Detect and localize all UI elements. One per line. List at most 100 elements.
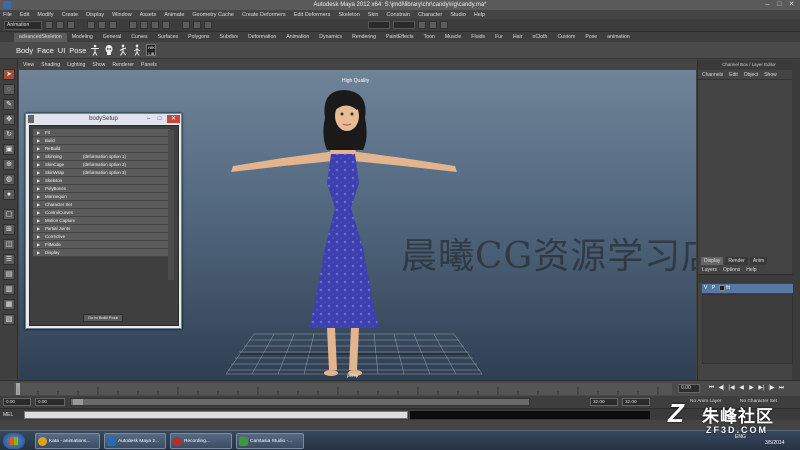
shelf-tab-animation-2[interactable]: animation xyxy=(602,33,635,42)
snap-grid-icon[interactable] xyxy=(129,21,137,29)
single-pane-layout-icon[interactable]: ▢ xyxy=(3,209,15,220)
shelf-tab-fur[interactable]: Fur xyxy=(490,33,508,42)
menu-skeleton[interactable]: Skeleton xyxy=(338,12,359,18)
start-time-field[interactable]: 0.00 xyxy=(3,398,31,406)
frame-partial-joints[interactable]: ▶ Partial Joints xyxy=(33,225,170,233)
shelf-tab-rendering[interactable]: Rendering xyxy=(347,33,381,42)
time-slider[interactable]: 0.00 ⏮ ◀| |◀ ◀ ▶ ▶| |▶ ⏭ xyxy=(0,380,800,396)
rotate-tool-icon[interactable]: ↻ xyxy=(3,129,15,140)
prev-key-icon[interactable]: |◀ xyxy=(727,384,736,393)
scale-tool-icon[interactable]: ▣ xyxy=(3,144,15,155)
shelf-body-button[interactable]: Body xyxy=(16,46,33,55)
frame-skinwrap[interactable]: ▶ SkinWrap (deformation option 3) xyxy=(33,169,170,177)
play-forward-icon[interactable]: ▶ xyxy=(747,384,756,393)
save-scene-icon[interactable] xyxy=(67,21,75,29)
frame-build[interactable]: ▶ Build xyxy=(33,137,170,145)
hypershade-layout-icon[interactable]: ▦ xyxy=(3,299,15,310)
frame-skinning[interactable]: ▶ Skinning (deformation option 1) xyxy=(33,153,170,161)
channel-menu-show[interactable]: Show xyxy=(764,72,777,78)
render-icon[interactable] xyxy=(182,21,190,29)
maximize-button[interactable]: □ xyxy=(775,1,784,9)
toggle-tool-settings-icon[interactable] xyxy=(429,21,437,29)
layer-playback-toggle[interactable]: P xyxy=(712,284,715,293)
shelf-tab-fluids[interactable]: Fluids xyxy=(466,33,490,42)
dialog-close-button[interactable]: ✕ xyxy=(167,115,180,123)
toggle-channel-box-icon[interactable] xyxy=(440,21,448,29)
layer-menu-options[interactable]: Options xyxy=(723,267,740,273)
menu-constrain[interactable]: Constrain xyxy=(386,12,410,18)
open-scene-icon[interactable] xyxy=(56,21,64,29)
shelf-tab-deformation[interactable]: Deformation xyxy=(243,33,281,42)
shelf-tab-modeling[interactable]: Modeling xyxy=(67,33,98,42)
walking-figure-icon[interactable] xyxy=(118,44,128,56)
outliner-layout-icon[interactable]: ▤ xyxy=(3,269,15,280)
frame-fit[interactable]: ▶ Fit xyxy=(33,129,170,137)
skull-icon[interactable] xyxy=(104,44,114,56)
shelf-tab-animation[interactable]: Animation xyxy=(281,33,314,42)
input-field-2[interactable] xyxy=(393,21,415,29)
shelf-tab-subdivs[interactable]: Subdivs xyxy=(214,33,242,42)
command-language-label[interactable]: MEL xyxy=(3,411,13,419)
toggle-attribute-editor-icon[interactable] xyxy=(418,21,426,29)
go-to-build-pose-button[interactable]: Go to Build Pose xyxy=(83,314,123,322)
graph-editor-layout-icon[interactable]: ▥ xyxy=(3,284,15,295)
shelf-tab-general[interactable]: General xyxy=(98,33,126,42)
panel-menu-renderer[interactable]: Renderer xyxy=(112,62,134,68)
shelf-pose-button[interactable]: Pose xyxy=(69,46,86,55)
menu-file[interactable]: File xyxy=(3,12,12,18)
snap-curve-icon[interactable] xyxy=(140,21,148,29)
time-slider-track[interactable] xyxy=(14,383,672,395)
shelf-tab-polygons[interactable]: Polygons xyxy=(183,33,214,42)
input-field-1[interactable] xyxy=(368,21,390,29)
layer-tab-anim[interactable]: Anim xyxy=(749,256,768,265)
menu-edit-deformers[interactable]: Edit Deformers xyxy=(294,12,331,18)
custom-layout-icon[interactable]: ▧ xyxy=(3,314,15,325)
panel-menu-panels[interactable]: Panels xyxy=(141,62,157,68)
new-scene-icon[interactable] xyxy=(45,21,53,29)
menu-help[interactable]: Help xyxy=(474,12,485,18)
snap-plane-icon[interactable] xyxy=(162,21,170,29)
shelf-tab-ncloth[interactable]: nCloth xyxy=(527,33,552,42)
menu-modify[interactable]: Modify xyxy=(37,12,53,18)
close-button[interactable]: ✕ xyxy=(787,1,796,9)
dialog-maximize-button[interactable]: □ xyxy=(155,115,164,123)
channel-menu-edit[interactable]: Edit xyxy=(729,72,738,78)
taskbar-item-maya[interactable]: Autodesk Maya 2... xyxy=(104,433,166,449)
channel-menu-object[interactable]: Object xyxy=(744,72,758,78)
menu-animate[interactable]: Animate xyxy=(164,12,184,18)
shelf-tab-dynamics[interactable]: Dynamics xyxy=(314,33,347,42)
frame-motion-capture[interactable]: ▶ Motion Capture xyxy=(33,217,170,225)
playback-end-field[interactable]: 32.00 xyxy=(590,398,618,406)
snap-point-icon[interactable] xyxy=(151,21,159,29)
dialog-scrollbar[interactable] xyxy=(168,130,174,280)
paint-select-tool-icon[interactable]: ✎ xyxy=(3,99,15,110)
layer-row-fit[interactable]: V P fit xyxy=(702,284,793,293)
menu-set-selector[interactable]: Animation xyxy=(4,20,42,30)
range-slider-handle[interactable] xyxy=(73,399,83,405)
frame-character-set[interactable]: ▶ Character Set xyxy=(33,201,170,209)
figure-icon[interactable] xyxy=(132,44,142,56)
layer-menu-help[interactable]: Help xyxy=(746,267,756,273)
play-backward-icon[interactable]: ◀ xyxy=(737,384,746,393)
layer-tab-render[interactable]: Render xyxy=(725,256,748,265)
panel-menu-lighting[interactable]: Lighting xyxy=(67,62,85,68)
shelf-tab-custom[interactable]: Custom xyxy=(552,33,580,42)
menu-display[interactable]: Display xyxy=(86,12,104,18)
menu-skin[interactable]: Skin xyxy=(368,12,379,18)
four-pane-layout-icon[interactable]: ⊞ xyxy=(3,224,15,235)
step-back-icon[interactable]: ◀| xyxy=(717,384,726,393)
frame-corrective[interactable]: ▶ Corrective xyxy=(33,233,170,241)
ipr-render-icon[interactable] xyxy=(193,21,201,29)
frame-polybones[interactable]: ▶ PolyBones xyxy=(33,185,170,193)
menu-create-deformers[interactable]: Create Deformers xyxy=(242,12,286,18)
stacked-layout-icon[interactable]: ☰ xyxy=(3,254,15,265)
menu-studio[interactable]: Studio xyxy=(450,12,466,18)
command-input[interactable] xyxy=(24,411,408,419)
render-settings-icon[interactable] xyxy=(204,21,212,29)
taskbar-item-camtasia[interactable]: Camtasia Studio -... xyxy=(236,433,304,449)
frame-control-curves[interactable]: ▶ ControlCurves xyxy=(33,209,170,217)
frame-fitmode[interactable]: ▶ FitMode xyxy=(33,241,170,249)
shelf-tab-paint-effects[interactable]: PaintEffects xyxy=(381,33,419,42)
frame-mannequin[interactable]: ▶ Mannequin xyxy=(33,193,170,201)
start-button[interactable] xyxy=(3,433,25,449)
